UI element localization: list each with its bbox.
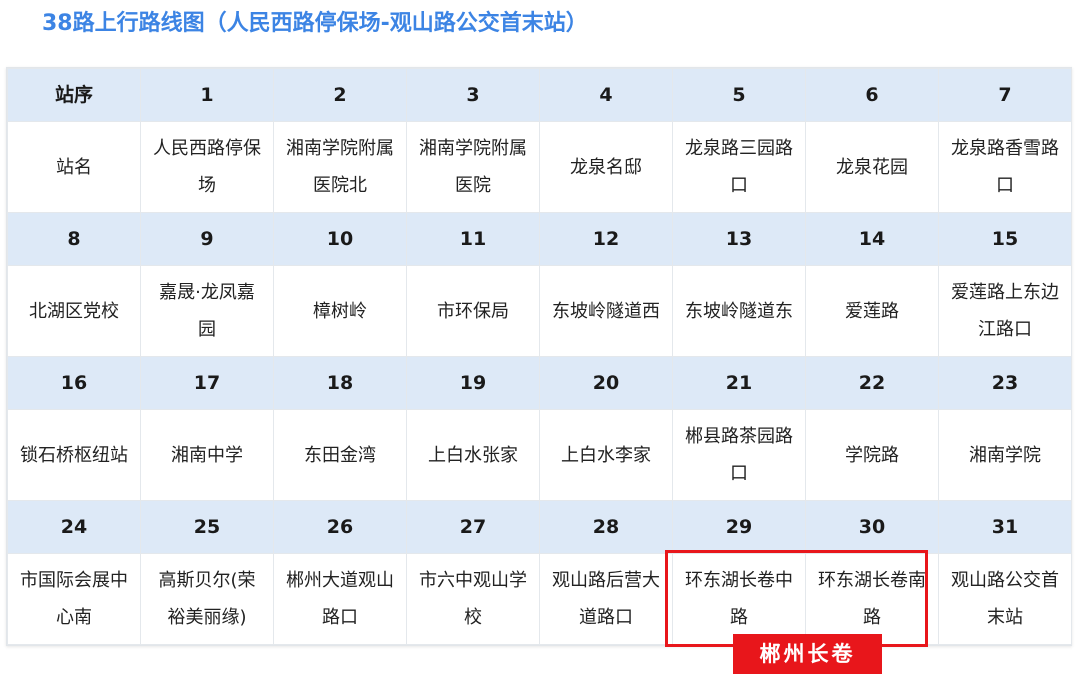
seq-cell: 4 [539, 68, 673, 122]
station-cell: 观山路公交首末站 [938, 553, 1072, 645]
seq-cell: 10 [273, 212, 407, 266]
seq-cell: 19 [406, 356, 540, 410]
station-cell: 北湖区党校 [7, 265, 141, 357]
station-cell: 爱莲路上东边江路口 [938, 265, 1072, 357]
seq-cell: 20 [539, 356, 673, 410]
station-cell: 湘南中学 [140, 409, 274, 501]
seq-cell: 2 [273, 68, 407, 122]
station-cell: 学院路 [805, 409, 939, 501]
station-cell: 龙泉路三园路口 [672, 121, 806, 213]
station-cell: 锁石桥枢纽站 [7, 409, 141, 501]
station-cell: 人民西路停保场 [140, 121, 274, 213]
seq-cell: 28 [539, 500, 673, 554]
seq-cell: 21 [672, 356, 806, 410]
station-cell: 郴州大道观山路口 [273, 553, 407, 645]
highlight-box [665, 550, 928, 647]
station-cell: 东坡岭隧道西 [539, 265, 673, 357]
station-cell: 观山路后营大道路口 [539, 553, 673, 645]
station-cell: 湘南学院附属医院 [406, 121, 540, 213]
seq-cell: 31 [938, 500, 1072, 554]
seq-cell: 7 [938, 68, 1072, 122]
seq-cell: 14 [805, 212, 939, 266]
station-cell: 龙泉花园 [805, 121, 939, 213]
seq-cell: 8 [7, 212, 141, 266]
annotation-badge: 郴州长卷 [733, 634, 882, 674]
station-cell: 上白水张家 [406, 409, 540, 501]
seq-cell: 26 [273, 500, 407, 554]
table-row-names: 北湖区党校 嘉晟·龙凤嘉园 樟树岭 市环保局 东坡岭隧道西 东坡岭隧道东 爱莲路… [7, 265, 1072, 357]
seq-cell: 5 [672, 68, 806, 122]
seq-cell: 25 [140, 500, 274, 554]
name-header-cell: 站名 [7, 121, 141, 213]
station-cell: 东坡岭隧道东 [672, 265, 806, 357]
table-row-seq: 24 25 26 27 28 29 30 31 [7, 500, 1072, 554]
route-page: 38路上行路线图（人民西路停保场-观山路公交首末站） 站序 1 2 3 4 5 … [0, 0, 1080, 676]
seq-cell: 30 [805, 500, 939, 554]
table-row-seq: 8 9 10 11 12 13 14 15 [7, 212, 1072, 266]
table-row-names: 站名 人民西路停保场 湘南学院附属医院北 湘南学院附属医院 龙泉名邸 龙泉路三园… [7, 121, 1072, 213]
station-cell: 市国际会展中心南 [7, 553, 141, 645]
station-cell: 市环保局 [406, 265, 540, 357]
seq-cell: 22 [805, 356, 939, 410]
seq-cell: 1 [140, 68, 274, 122]
seq-cell: 12 [539, 212, 673, 266]
station-cell: 嘉晟·龙凤嘉园 [140, 265, 274, 357]
seq-cell: 27 [406, 500, 540, 554]
table-row-seq: 16 17 18 19 20 21 22 23 [7, 356, 1072, 410]
station-cell: 上白水李家 [539, 409, 673, 501]
table-row-names: 锁石桥枢纽站 湘南中学 东田金湾 上白水张家 上白水李家 郴县路茶园路口 学院路… [7, 409, 1072, 501]
seq-cell: 11 [406, 212, 540, 266]
seq-cell: 6 [805, 68, 939, 122]
seq-cell: 18 [273, 356, 407, 410]
seq-cell: 23 [938, 356, 1072, 410]
station-cell: 龙泉名邸 [539, 121, 673, 213]
seq-cell: 29 [672, 500, 806, 554]
seq-header-cell: 站序 [7, 68, 141, 122]
station-cell: 郴县路茶园路口 [672, 409, 806, 501]
station-cell: 龙泉路香雪路口 [938, 121, 1072, 213]
seq-cell: 3 [406, 68, 540, 122]
station-cell: 湘南学院 [938, 409, 1072, 501]
seq-cell: 9 [140, 212, 274, 266]
page-title: 38路上行路线图（人民西路停保场-观山路公交首末站） [42, 11, 588, 36]
seq-cell: 15 [938, 212, 1072, 266]
table-row-seq: 站序 1 2 3 4 5 6 7 [7, 68, 1072, 122]
station-cell: 湘南学院附属医院北 [273, 121, 407, 213]
seq-cell: 17 [140, 356, 274, 410]
seq-cell: 16 [7, 356, 141, 410]
station-cell: 高斯贝尔(荣裕美丽缘) [140, 553, 274, 645]
station-cell: 东田金湾 [273, 409, 407, 501]
seq-cell: 13 [672, 212, 806, 266]
station-cell: 樟树岭 [273, 265, 407, 357]
station-cell: 爱莲路 [805, 265, 939, 357]
station-cell: 市六中观山学校 [406, 553, 540, 645]
seq-cell: 24 [7, 500, 141, 554]
